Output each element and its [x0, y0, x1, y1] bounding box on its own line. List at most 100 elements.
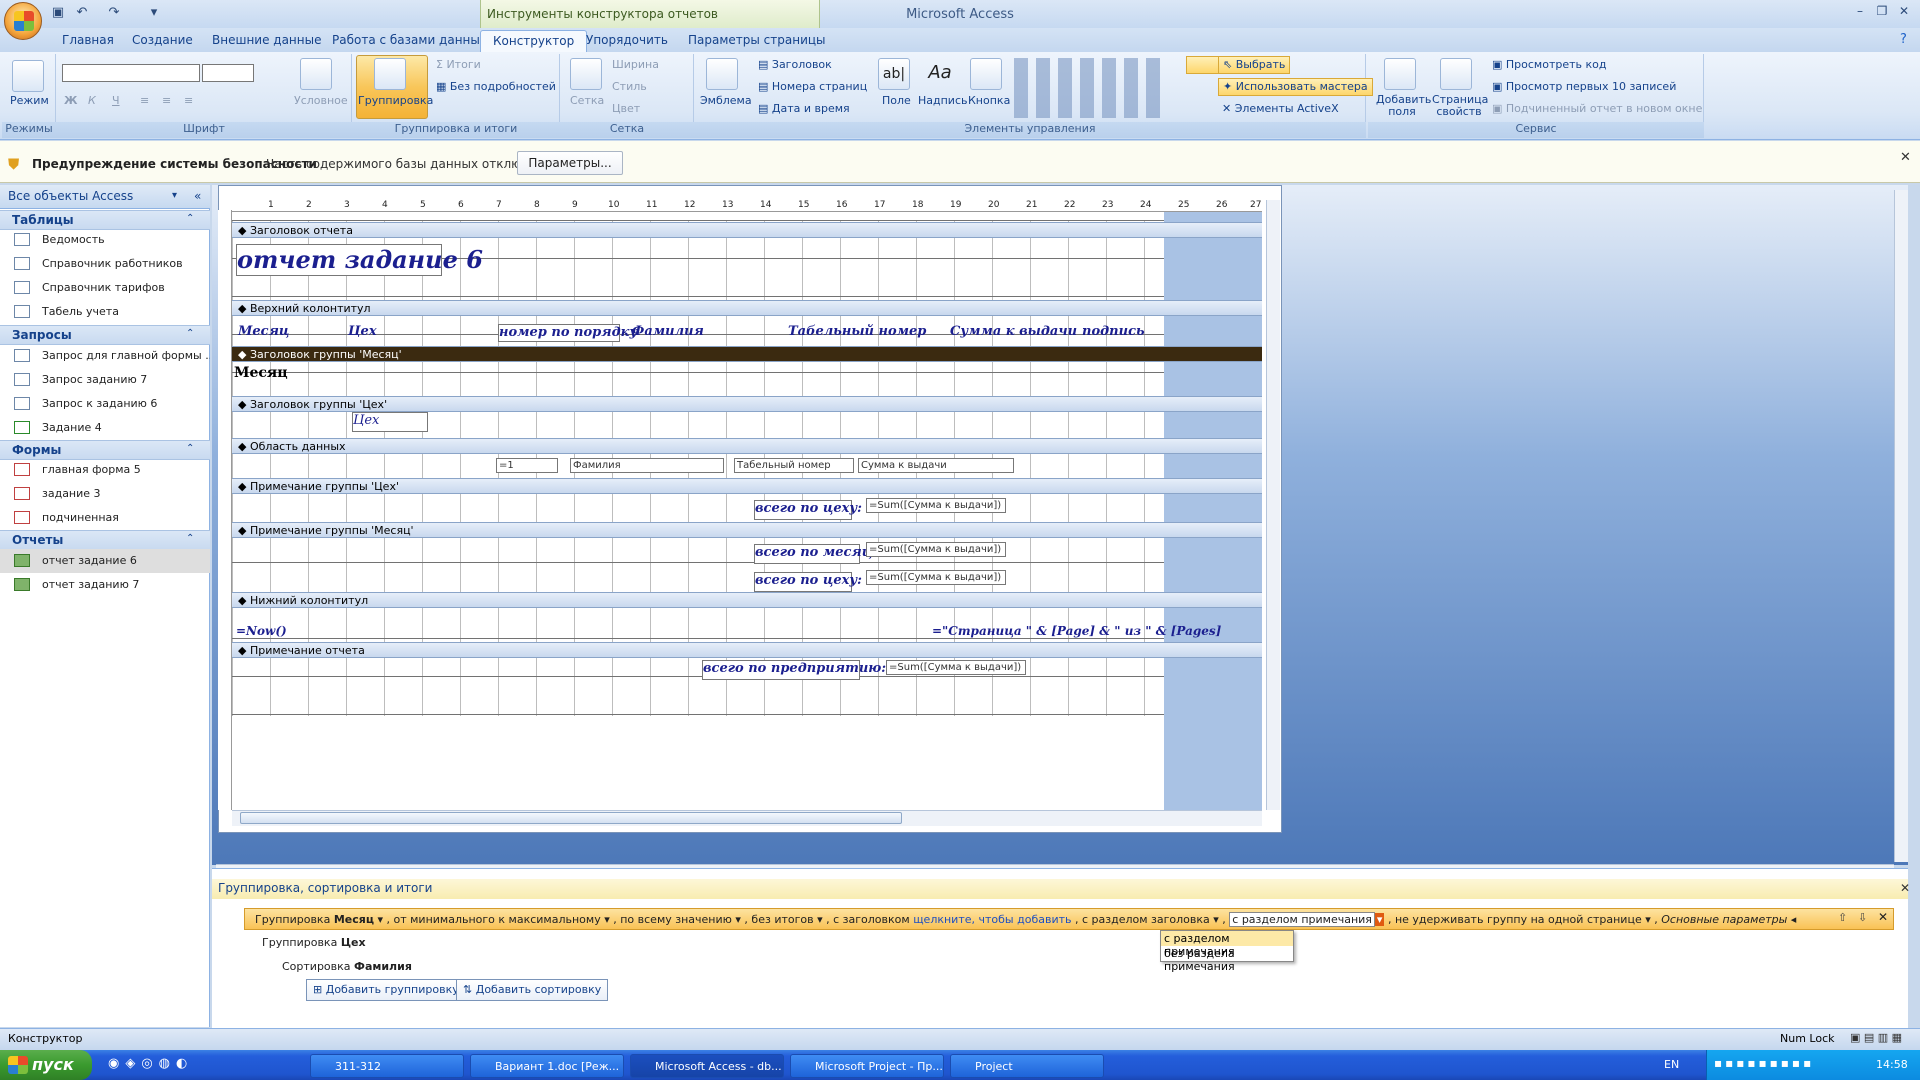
header-section-select[interactable]: с разделом заголовка — [1082, 913, 1210, 926]
report-total-label[interactable]: всего по предприятию: — [702, 660, 886, 680]
section-group-ceh-footer[interactable]: ◆ Примечание группы 'Цех' — [232, 478, 1262, 494]
footer-dropdown-arrow-icon[interactable]: ▾ — [1374, 913, 1385, 926]
header-label-tab-number[interactable]: Табельный номер — [788, 324, 926, 339]
help-icon[interactable]: ? — [1900, 32, 1907, 47]
quick-launch-icons[interactable]: ◉◈◎◍◐ — [108, 1056, 193, 1071]
group-month-field[interactable]: Месяц — [234, 365, 288, 381]
now-expression-field[interactable]: =Now() — [236, 624, 287, 638]
nav-item-report[interactable]: отчет задание 6 — [0, 549, 210, 573]
font-name-select[interactable] — [62, 64, 200, 82]
grid-style-button[interactable]: Стиль — [612, 80, 647, 93]
page-expression-field[interactable]: ="Страница " & [Page] & " из " & [Pages] — [932, 624, 1221, 638]
workspace-vertical-scrollbar[interactable] — [1894, 190, 1908, 862]
nav-section-forms[interactable]: Формы — [0, 440, 210, 460]
nav-header[interactable]: Все объекты Access — [0, 185, 210, 209]
nav-item-query[interactable]: Запрос для главной формы ... — [0, 344, 210, 368]
view-code-button[interactable]: ▣ Просмотреть код — [1492, 58, 1606, 71]
design-hscroll-thumb[interactable] — [240, 812, 902, 824]
nav-item-table[interactable]: Ведомость — [0, 228, 210, 252]
security-options-button[interactable]: Параметры... — [517, 151, 623, 175]
section-group-ceh-header[interactable]: ◆ Заголовок группы 'Цех' — [232, 396, 1262, 412]
nav-item-table[interactable]: Справочник работников — [0, 252, 210, 276]
collapse-chevron-icon[interactable]: ⌃ — [186, 328, 194, 339]
section-group-month-header[interactable]: ◆ Заголовок группы 'Месяц' — [232, 346, 1262, 362]
grouping-pane-close-icon[interactable]: ✕ — [1900, 881, 1910, 895]
group-on-select[interactable]: по всему значению — [620, 913, 732, 926]
collapse-chevron-icon[interactable]: ⌃ — [186, 533, 194, 544]
nav-section-tables[interactable]: Таблицы — [0, 210, 210, 230]
footer-section-dropdown[interactable]: с разделом примечания без раздела примеч… — [1160, 930, 1294, 973]
security-close-icon[interactable]: ✕ — [1900, 150, 1911, 165]
close-icon[interactable]: ✕ — [1894, 4, 1914, 22]
view-icon[interactable] — [12, 60, 44, 92]
group-field-select[interactable]: Месяц — [334, 913, 374, 926]
nav-menu-chevron-icon[interactable]: ▾ — [172, 190, 177, 201]
taskbar-item-folder[interactable]: 311-312 — [310, 1054, 464, 1078]
font-size-select[interactable] — [202, 64, 254, 82]
report-title-label[interactable]: отчет задание 6 — [236, 244, 483, 276]
section-detail[interactable]: ◆ Область данных — [232, 438, 1262, 454]
month-ceh-total-label[interactable]: всего по цеху: — [754, 572, 862, 592]
sort-level-surname[interactable]: Сортировка Фамилия — [282, 960, 412, 973]
nav-item-report[interactable]: отчет заданию 7 — [0, 573, 210, 597]
gridlines-button[interactable]: Сетка — [570, 94, 604, 107]
grid-width-button[interactable]: Ширина — [612, 58, 659, 71]
header-label-row-number[interactable]: номер по порядку — [498, 324, 637, 342]
nav-item-table[interactable]: Справочник тарифов — [0, 276, 210, 300]
tab-external-data[interactable]: Внешние данные — [200, 30, 333, 52]
office-button[interactable] — [4, 2, 42, 40]
detail-tab-number-field[interactable]: Табельный номер — [734, 458, 854, 473]
line-color-icon[interactable] — [1186, 56, 1222, 74]
tab-arrange[interactable]: Упорядочить — [574, 30, 680, 52]
maximize-icon[interactable]: ❐ — [1872, 4, 1892, 22]
nav-section-reports[interactable]: Отчеты — [0, 530, 210, 550]
activex-button[interactable]: ✕ Элементы ActiveX — [1222, 102, 1339, 115]
ceh-total-label[interactable]: всего по цеху: — [754, 500, 862, 520]
delete-level-icon[interactable]: ✕ — [1878, 910, 1888, 924]
group-level-month[interactable]: Группировка Месяц ▾ , от минимального к … — [244, 908, 1894, 930]
collapse-chevron-icon[interactable]: ⌃ — [186, 443, 194, 454]
label-button[interactable]: Надпись — [918, 94, 968, 107]
textbox-button[interactable]: Поле — [882, 94, 911, 107]
section-report-header[interactable]: ◆ Заголовок отчета — [232, 222, 1262, 238]
align-center-icon[interactable]: ≡ — [162, 94, 171, 107]
header-label-surname[interactable]: Фамилия — [632, 324, 704, 339]
nav-item-query[interactable]: Запрос заданию 7 — [0, 368, 210, 392]
date-time-button[interactable]: ▤ Дата и время — [758, 102, 850, 115]
detail-amount-field[interactable]: Сумма к выдачи — [858, 458, 1014, 473]
conditional-format-button[interactable]: Условное — [294, 94, 348, 107]
taskbar-item-project-folder[interactable]: Project — [950, 1054, 1104, 1078]
collapse-chevron-icon[interactable]: ⌃ — [186, 213, 194, 224]
subreport-window-button[interactable]: ▣ Подчиненный отчет в новом окне — [1492, 102, 1702, 115]
footer-section-select[interactable]: с разделом примечания — [1229, 912, 1375, 927]
add-group-button[interactable]: ⊞ Добавить группировку — [306, 979, 466, 1001]
header-label-amount[interactable]: Сумма к выдачи — [950, 324, 1077, 339]
underline-icon[interactable]: Ч — [112, 94, 120, 107]
hide-details-button[interactable]: ▦ Без подробностей — [436, 80, 556, 93]
add-fields-button[interactable]: Добавить поля — [1376, 94, 1431, 118]
logo-button[interactable]: Эмблема — [700, 94, 752, 107]
controls-gallery[interactable] — [1014, 58, 1164, 118]
title-button[interactable]: ▤ Заголовок — [758, 58, 832, 71]
align-left-icon[interactable]: ≡ — [140, 94, 149, 107]
button-control-button[interactable]: Кнопка — [968, 94, 1010, 107]
tab-page-setup[interactable]: Параметры страницы — [676, 30, 838, 52]
add-sort-button[interactable]: ⇅ Добавить сортировку — [456, 979, 609, 1001]
nav-item-form[interactable]: главная форма 5 — [0, 458, 210, 482]
header-label-ceh[interactable]: Цех — [348, 324, 377, 339]
move-down-icon[interactable]: ⇩ — [1858, 911, 1867, 924]
italic-icon[interactable]: К — [88, 94, 96, 107]
report-total-sum-field[interactable]: =Sum([Сумма к выдачи]) — [886, 660, 1026, 675]
grid-color-button[interactable]: Цвет — [612, 102, 640, 115]
nav-collapse-icon[interactable]: « — [194, 189, 201, 203]
view-switcher-icons[interactable]: ▣ ▤ ▥ ▦ — [1850, 1031, 1902, 1044]
tab-create[interactable]: Создание — [120, 30, 205, 52]
move-up-icon[interactable]: ⇧ — [1838, 911, 1847, 924]
language-indicator[interactable]: EN — [1664, 1058, 1679, 1071]
design-vertical-scrollbar[interactable] — [1266, 200, 1280, 810]
section-group-month-footer[interactable]: ◆ Примечание группы 'Месяц' — [232, 522, 1262, 538]
tray-icons[interactable]: ▪▪▪▪▪▪▪▪▪ — [1714, 1056, 1814, 1070]
property-sheet-button[interactable]: Страница свойств — [1432, 94, 1488, 118]
nav-item-form[interactable]: подчиненная — [0, 506, 210, 530]
nav-item-query[interactable]: Запрос к заданию 6 — [0, 392, 210, 416]
